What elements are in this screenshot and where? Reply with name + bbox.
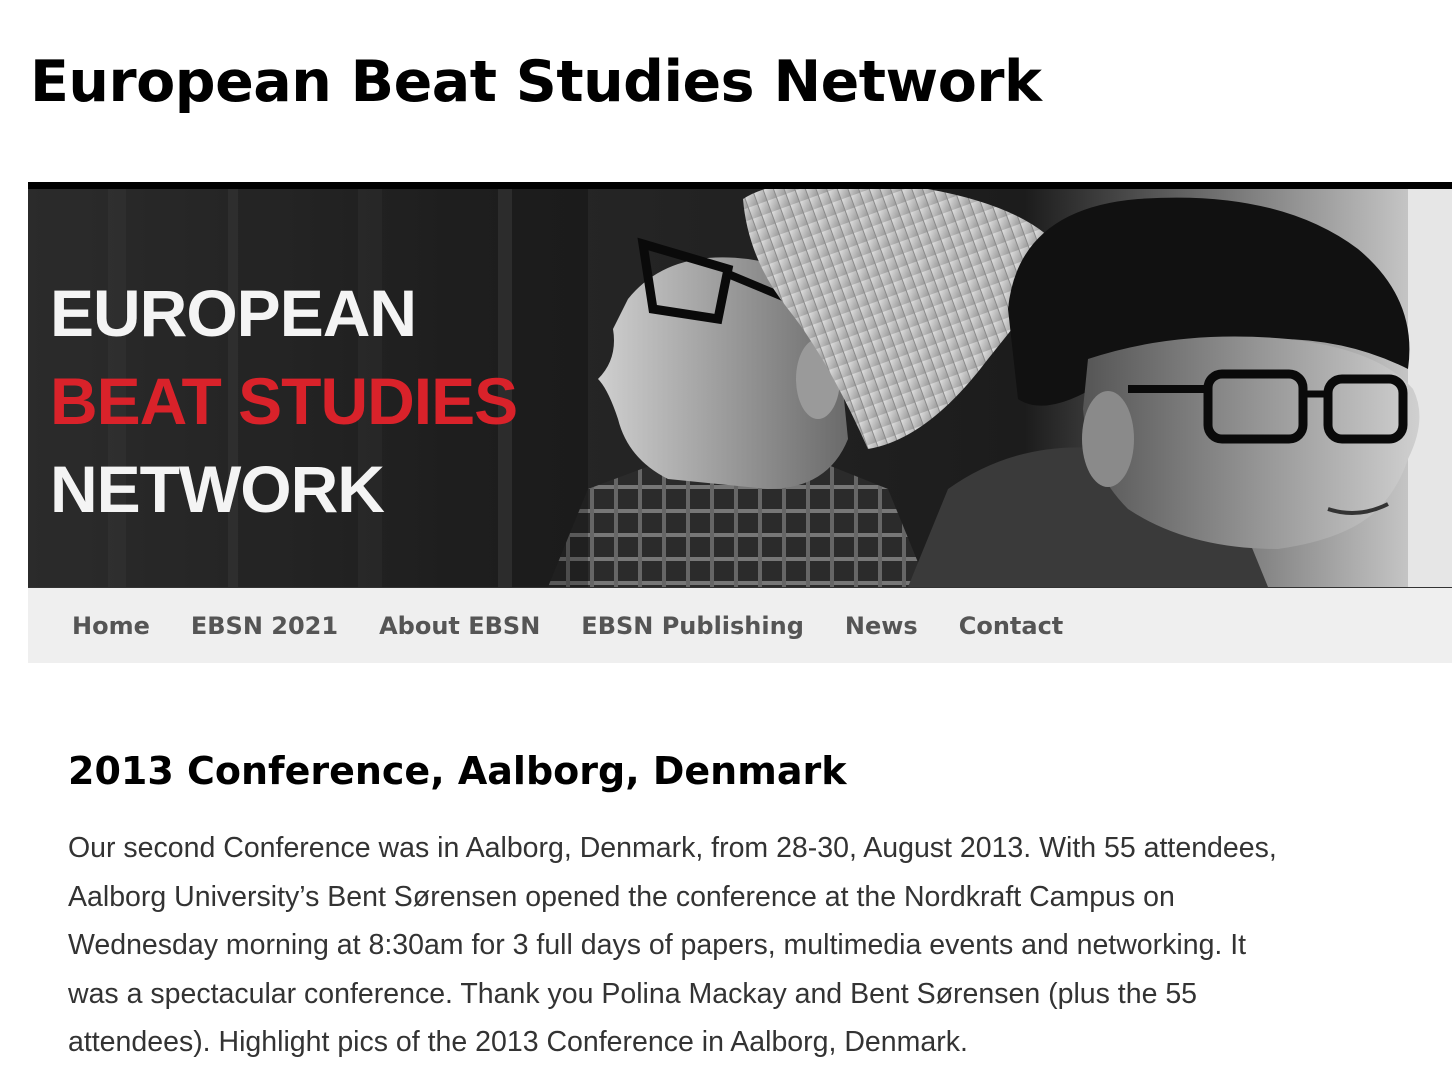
banner-logo-text: EUROPEAN BEAT STUDIES NETWORK	[50, 269, 518, 533]
banner-line-european: EUROPEAN	[50, 276, 417, 350]
main-navigation: Home EBSN 2021 About EBSN EBSN Publishin…	[28, 587, 1452, 663]
nav-item-home[interactable]: Home	[72, 612, 150, 640]
banner-line-network: NETWORK	[50, 452, 385, 526]
post-body-line: attendees). Highlight pics of the 2013 C…	[68, 1026, 968, 1058]
post-body: Our second Conference was in Aalborg, De…	[68, 824, 1398, 1067]
header-banner-image: EUROPEAN BEAT STUDIES NETWORK	[28, 189, 1452, 587]
post-body-line: Wednesday morning at 8:30am for 3 full d…	[68, 929, 1247, 961]
nav-item-ebsn-publishing[interactable]: EBSN Publishing	[581, 612, 804, 640]
nav-item-about-ebsn[interactable]: About EBSN	[379, 612, 540, 640]
post-body-line: Aalborg University’s Bent Sørensen opene…	[68, 880, 1175, 913]
banner-line-beat-studies: BEAT STUDIES	[50, 364, 518, 438]
post-body-line: was a spectacular conference. Thank you …	[68, 977, 1198, 1010]
post-body-line: Our second Conference was in Aalborg, De…	[68, 832, 1277, 864]
post-title: 2013 Conference, Aalborg, Denmark	[68, 749, 847, 793]
nav-item-news[interactable]: News	[845, 612, 918, 640]
nav-item-ebsn-2021[interactable]: EBSN 2021	[191, 612, 338, 640]
banner-top-rule	[28, 182, 1452, 189]
nav-item-contact[interactable]: Contact	[959, 612, 1064, 640]
site-title[interactable]: European Beat Studies Network	[30, 42, 1042, 122]
